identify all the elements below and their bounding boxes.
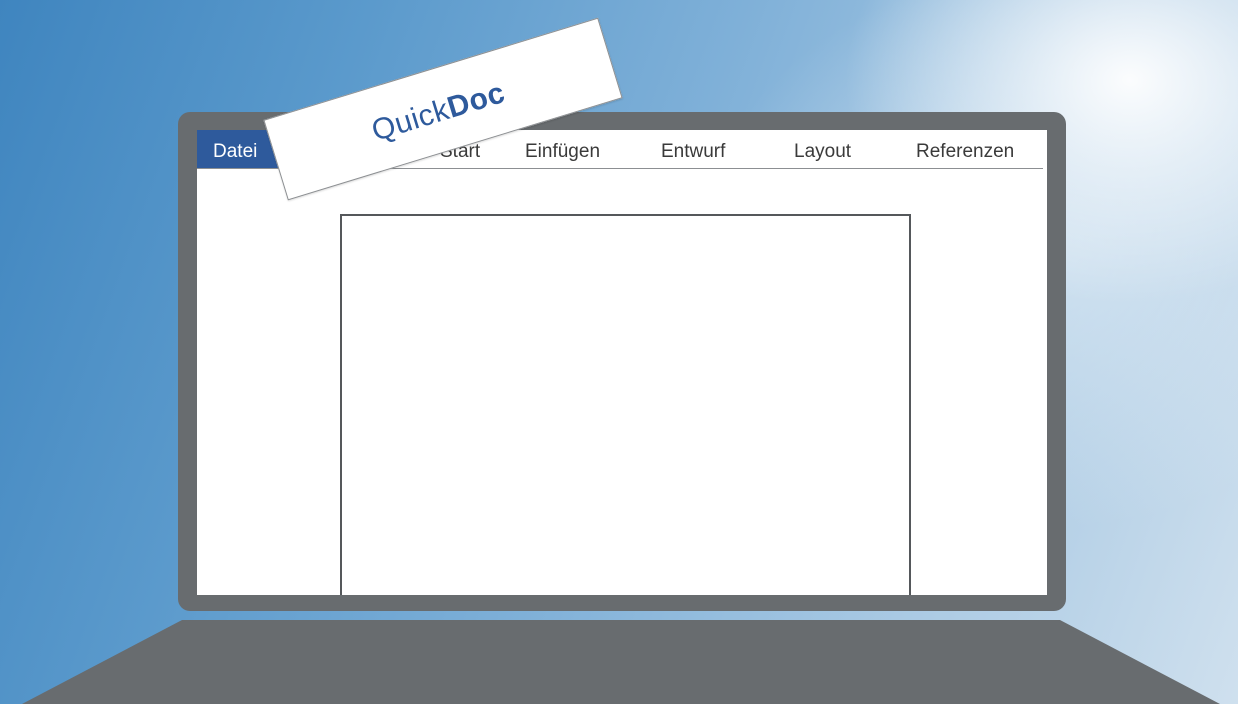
document-page[interactable]: [340, 214, 911, 595]
tab-insert[interactable]: Einfügen: [525, 141, 600, 163]
tab-design[interactable]: Entwurf: [661, 141, 725, 163]
tab-file-label: Datei: [213, 141, 258, 162]
logo-text-bold: Doc: [443, 76, 509, 125]
logo-text-light: Quick: [367, 93, 454, 148]
laptop-base: [22, 620, 1220, 704]
app-window: Datei Start Einfügen Entwurf Layout Refe…: [197, 130, 1047, 595]
tab-references[interactable]: Referenzen: [916, 141, 1014, 163]
app-logo: QuickDoc: [368, 76, 509, 149]
tab-layout[interactable]: Layout: [794, 141, 851, 163]
